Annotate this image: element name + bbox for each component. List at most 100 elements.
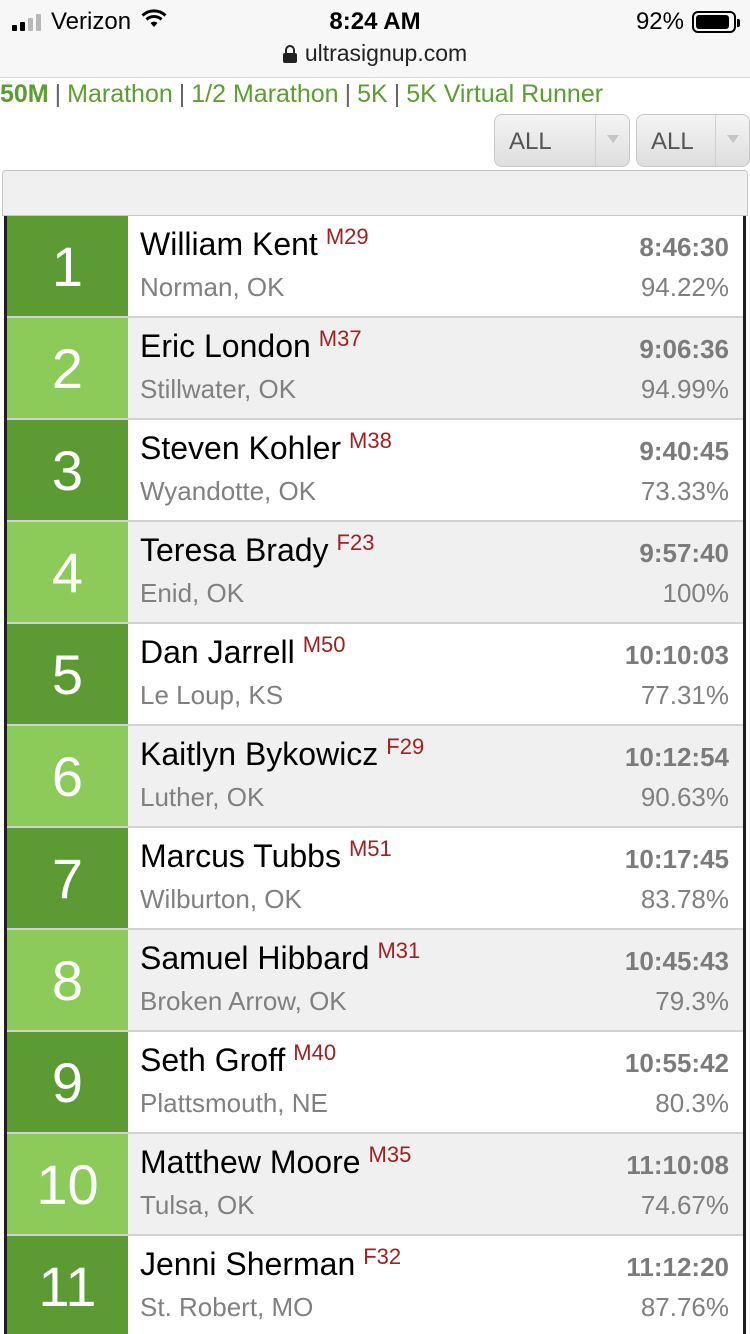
runner-location: Broken Arrow, OK <box>140 986 347 1016</box>
runner-name-text: Marcus Tubbs <box>140 838 341 874</box>
finish-time: 10:17:45 <box>624 844 729 874</box>
gender-filter-value: ALL <box>509 128 552 155</box>
rank-badge: 10 <box>7 1134 128 1234</box>
finish-time: 11:12:20 <box>626 1252 729 1282</box>
rank-badge: 1 <box>7 216 128 316</box>
age-group: M37 <box>318 326 362 351</box>
result-row[interactable]: 11 Jenni Sherman F32 St. Robert, MO 11:12… <box>7 1236 743 1334</box>
runner-info: Teresa Brady F23 Enid, OK 9:57:40 100% <box>128 522 743 622</box>
runner-name-text: Jenni Sherman <box>140 1246 356 1282</box>
runner-name[interactable]: Jenni Sherman F32 <box>140 1244 402 1283</box>
result-row[interactable]: 7 Marcus Tubbs M51 Wilburton, OK 10:17:45… <box>7 828 743 930</box>
results-list: 1 William Kent M29 Norman, OK 8:46:30 94.… <box>4 216 746 1334</box>
result-row[interactable]: 10 Matthew Moore M35 Tulsa, OK 11:10:08 7… <box>7 1134 743 1236</box>
result-row[interactable]: 3 Steven Kohler M38 Wyandotte, OK 9:40:45… <box>7 420 743 522</box>
tab-5k[interactable]: 5K <box>357 80 388 108</box>
age-group: F32 <box>363 1244 402 1269</box>
runner-info: Eric London M37 Stillwater, OK 9:06:36 94… <box>128 318 743 418</box>
runner-location: Enid, OK <box>140 578 245 608</box>
tab-5k-virtual-runner[interactable]: 5K Virtual Runner <box>406 80 603 108</box>
rank-badge: 6 <box>7 726 128 826</box>
result-row[interactable]: 8 Samuel Hibbard M31 Broken Arrow, OK 10:… <box>7 930 743 1032</box>
runner-name[interactable]: Eric London M37 <box>140 326 362 365</box>
rank-badge: 11 <box>7 1236 128 1334</box>
runner-rank-percent: 80.3% <box>655 1088 729 1118</box>
runner-rank-percent: 83.78% <box>640 884 729 914</box>
tab-separator: | <box>344 80 352 108</box>
age-group: F23 <box>336 530 375 555</box>
tab-separator: | <box>393 80 401 108</box>
runner-info: Jenni Sherman F32 St. Robert, MO 11:12:20… <box>128 1236 743 1334</box>
finish-time: 9:57:40 <box>639 538 729 568</box>
result-row[interactable]: 9 Seth Groff M40 Plattsmouth, NE 10:55:42… <box>7 1032 743 1134</box>
runner-info: Matthew Moore M35 Tulsa, OK 11:10:08 74.6… <box>128 1134 743 1234</box>
age-group: M31 <box>377 938 421 963</box>
runner-rank-percent: 77.31% <box>640 680 729 710</box>
runner-location: Luther, OK <box>140 782 265 812</box>
result-row[interactable]: 2 Eric London M37 Stillwater, OK 9:06:36 … <box>7 318 743 420</box>
finish-time: 9:40:45 <box>639 436 729 466</box>
runner-info: Steven Kohler M38 Wyandotte, OK 9:40:45 7… <box>128 420 743 520</box>
status-bar: Verizon 8:24 AM 92% ultrasignup.com <box>0 0 750 78</box>
age-group: M50 <box>302 632 346 657</box>
rank-badge: 2 <box>7 318 128 418</box>
age-group: M29 <box>325 224 369 249</box>
gender-filter-select[interactable]: ALL <box>494 114 630 167</box>
finish-time: 11:10:08 <box>626 1150 729 1180</box>
runner-name-text: Eric London <box>140 328 311 364</box>
tab-half-marathon[interactable]: 1/2 Marathon <box>191 80 338 108</box>
runner-name-text: Teresa Brady <box>140 532 329 568</box>
battery-group: 92% <box>635 8 740 36</box>
runner-info: Samuel Hibbard M31 Broken Arrow, OK 10:45… <box>128 930 743 1030</box>
runner-info: Kaitlyn Bykowicz F29 Luther, OK 10:12:54 … <box>128 726 743 826</box>
runner-info: Seth Groff M40 Plattsmouth, NE 10:55:42 8… <box>128 1032 743 1132</box>
result-row[interactable]: 6 Kaitlyn Bykowicz F29 Luther, OK 10:12:5… <box>7 726 743 828</box>
address-bar[interactable]: ultrasignup.com <box>0 40 750 67</box>
finish-time: 9:06:36 <box>639 334 729 364</box>
runner-name[interactable]: Seth Groff M40 <box>140 1040 336 1079</box>
result-row[interactable]: 4 Teresa Brady F23 Enid, OK 9:57:40 100% <box>7 522 743 624</box>
age-group: M38 <box>349 428 392 453</box>
runner-name[interactable]: Kaitlyn Bykowicz F29 <box>140 734 424 773</box>
runner-info: William Kent M29 Norman, OK 8:46:30 94.22… <box>128 216 743 316</box>
runner-info: Dan Jarrell M50 Le Loup, KS 10:10:03 77.3… <box>128 624 743 724</box>
rank-badge: 9 <box>7 1032 128 1132</box>
url-text: ultrasignup.com <box>304 40 468 66</box>
tab-50m[interactable]: 50M <box>0 80 49 108</box>
rank-badge: 7 <box>7 828 128 928</box>
runner-name[interactable]: Marcus Tubbs M51 <box>140 836 392 875</box>
battery-percent: 92% <box>635 8 684 35</box>
runner-name-text: Kaitlyn Bykowicz <box>140 736 379 772</box>
lock-icon <box>282 44 297 63</box>
runner-rank-percent: 94.22% <box>640 272 729 302</box>
runner-location: Plattsmouth, NE <box>140 1088 328 1118</box>
age-group: M51 <box>348 836 392 861</box>
runner-name-text: Samuel Hibbard <box>140 940 370 976</box>
result-row[interactable]: 5 Dan Jarrell M50 Le Loup, KS 10:10:03 77… <box>7 624 743 726</box>
runner-name-text: Matthew Moore <box>140 1144 361 1180</box>
chevron-down-icon <box>595 115 629 166</box>
result-row[interactable]: 1 William Kent M29 Norman, OK 8:46:30 94.… <box>7 216 743 318</box>
runner-name[interactable]: Teresa Brady F23 <box>140 530 375 569</box>
tab-separator: | <box>178 80 186 108</box>
runner-location: Stillwater, OK <box>140 374 297 404</box>
runner-name[interactable]: Steven Kohler M38 <box>140 428 392 467</box>
runner-rank-percent: 90.63% <box>640 782 729 812</box>
runner-rank-percent: 94.99% <box>640 374 729 404</box>
finish-time: 10:10:03 <box>624 640 729 670</box>
runner-name[interactable]: William Kent M29 <box>140 224 369 263</box>
runner-name[interactable]: Matthew Moore M35 <box>140 1142 412 1181</box>
runner-name-text: Steven Kohler <box>140 430 342 466</box>
age-filter-select[interactable]: ALL <box>636 114 750 167</box>
rank-badge: 5 <box>7 624 128 724</box>
runner-name-text: William Kent <box>140 226 318 262</box>
tab-marathon[interactable]: Marathon <box>67 80 173 108</box>
age-group: M35 <box>368 1142 412 1167</box>
runner-location: Wyandotte, OK <box>140 476 317 506</box>
runner-name[interactable]: Samuel Hibbard M31 <box>140 938 421 977</box>
runner-location: Norman, OK <box>140 272 285 302</box>
age-filter-value: ALL <box>651 128 694 155</box>
runner-location: Tulsa, OK <box>140 1190 255 1220</box>
runner-name[interactable]: Dan Jarrell M50 <box>140 632 346 671</box>
runner-rank-percent: 100% <box>662 578 730 608</box>
